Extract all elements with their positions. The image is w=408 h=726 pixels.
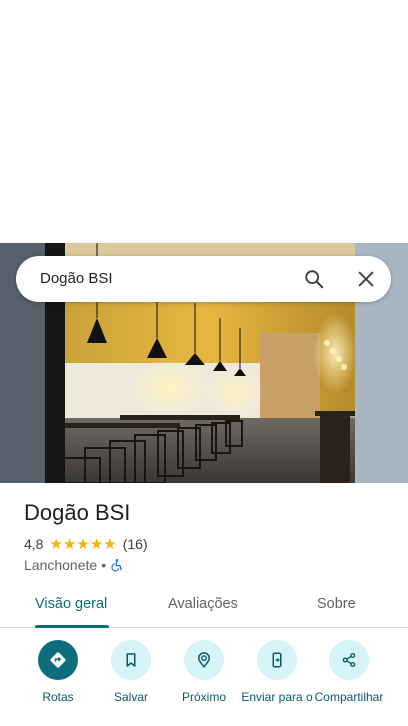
search-icon[interactable] (303, 268, 325, 290)
bookmark-icon (111, 640, 151, 680)
rating-stars: ★ ★ ★ ★ ★ (49, 537, 116, 552)
star-icon: ★ (62, 535, 77, 553)
save-button[interactable]: Salvar (91, 640, 171, 704)
star-icon: ★ (103, 535, 117, 553)
save-label: Salvar (113, 690, 148, 704)
star-icon: ★ (89, 535, 104, 553)
search-query[interactable]: Dogão BSI (40, 270, 113, 287)
wheelchair-accessible-icon (110, 558, 124, 572)
place-title: Dogão BSI (24, 500, 131, 525)
tab-reviews[interactable]: Avaliações (168, 596, 238, 612)
send-to-phone-icon (257, 640, 297, 680)
send-to-phone-button[interactable]: Enviar para o (237, 640, 317, 704)
rating-value: 4,8 (24, 536, 44, 552)
place-tabs: Visão geral Avaliações Sobre (0, 588, 408, 628)
tab-overview[interactable]: Visão geral (35, 596, 107, 612)
nearby-button[interactable]: Próximo (164, 640, 244, 704)
action-bar: Rotas Salvar Próximo Enviar para o Compa… (0, 640, 408, 726)
directions-label: Rotas (42, 690, 74, 704)
nearby-icon (184, 640, 224, 680)
category-row: Lanchonete • (24, 556, 124, 574)
star-icon: ★ (49, 535, 63, 553)
send-to-phone-label: Enviar para o (241, 690, 313, 704)
directions-button[interactable]: Rotas (18, 640, 98, 704)
share-icon (329, 640, 369, 680)
share-button[interactable]: Compartilhar (309, 640, 389, 704)
nearby-label: Próximo (181, 690, 226, 704)
review-count[interactable]: (16) (123, 536, 148, 552)
map-blank-area (0, 0, 408, 243)
star-icon: ★ (76, 535, 90, 553)
directions-icon (38, 640, 78, 680)
share-label: Compartilhar (314, 690, 384, 704)
rating-row[interactable]: 4,8 ★ ★ ★ ★ ★ (16) (24, 535, 148, 553)
separator: • (101, 557, 107, 573)
active-tab-indicator (35, 625, 109, 628)
search-bar[interactable]: Dogão BSI (16, 256, 391, 302)
place-category: Lanchonete (24, 557, 98, 573)
tab-about[interactable]: Sobre (317, 596, 356, 612)
close-icon[interactable] (355, 268, 377, 290)
